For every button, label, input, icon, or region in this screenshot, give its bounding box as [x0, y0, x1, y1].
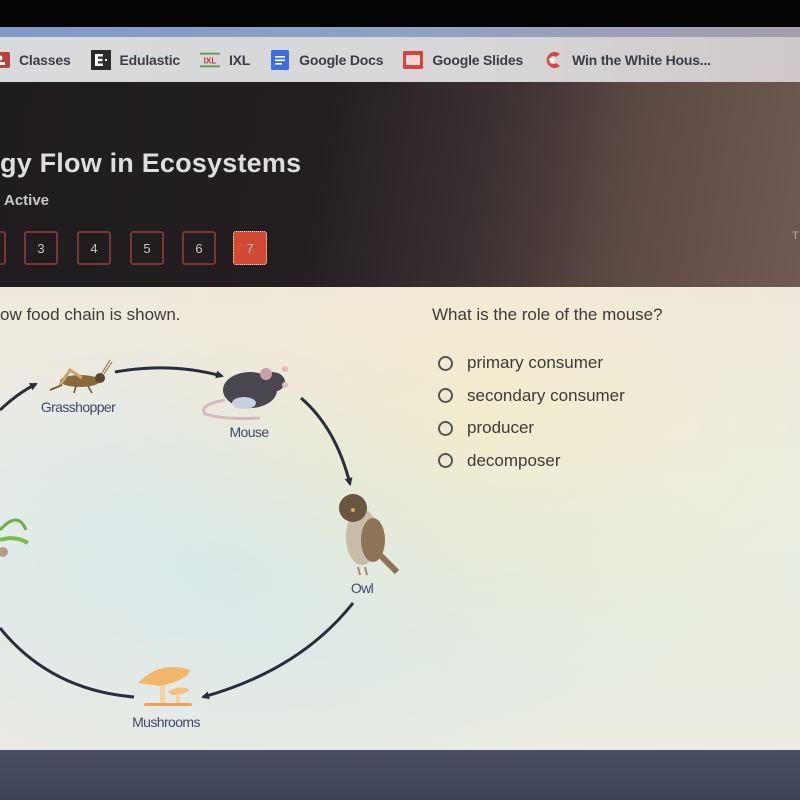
arrow-owl-to-mushrooms	[201, 602, 355, 700]
bookmark-classes[interactable]: Classes	[0, 45, 71, 75]
win-the-white-house-icon	[543, 50, 563, 70]
bookmarks-bar: Classes Edulastic IXL IXL Google Docs Go…	[0, 37, 800, 82]
header-right-text: T	[792, 230, 799, 242]
option-secondary-consumer[interactable]: secondary consumer	[438, 380, 625, 413]
question-button-5[interactable]: 5	[130, 231, 164, 265]
radio-button[interactable]	[438, 453, 453, 469]
bookmark-win-the-white-house[interactable]: Win the White Hous...	[543, 45, 711, 75]
answer-options: primary consumer secondary consumer prod…	[438, 347, 625, 477]
option-producer[interactable]: producer	[438, 412, 625, 445]
ixl-icon: IXL	[199, 50, 220, 70]
bookmark-label: IXL	[228, 51, 251, 68]
svg-text:IXL: IXL	[204, 56, 217, 65]
google-docs-icon	[270, 49, 290, 70]
classes-icon	[0, 50, 10, 70]
option-label: primary consumer	[467, 353, 604, 373]
browser-tab-strip	[0, 27, 800, 37]
screen-bezel-top	[0, 0, 800, 27]
page-title: gy Flow in Ecosystems	[0, 148, 302, 178]
option-label: secondary consumer	[467, 385, 625, 405]
question-button-7-current[interactable]: 7	[233, 231, 267, 265]
organism-label-mushrooms: Mushrooms	[132, 714, 200, 730]
arrow-mushrooms-to-plant	[0, 627, 135, 699]
bookmark-ixl[interactable]: IXL IXL	[199, 45, 251, 75]
organism-label-mouse: Mouse	[229, 424, 269, 440]
organism-label-grasshopper: Grasshopper	[41, 399, 116, 415]
question-text: What is the role of the mouse?	[432, 305, 663, 324]
prompt-text: ow food chain is shown.	[0, 305, 181, 324]
arrow-plant-to-grasshopper	[0, 382, 38, 412]
question-button-3[interactable]: 3	[24, 231, 58, 265]
grasshopper-icon	[49, 359, 113, 394]
bookmark-label: Classes	[19, 51, 71, 68]
bookmark-label: Win the White Hous...	[572, 51, 711, 68]
bookmark-google-docs[interactable]: Google Docs	[270, 45, 384, 75]
assignment-header	[0, 82, 800, 287]
bookmark-label: Edulastic	[119, 51, 181, 68]
option-primary-consumer[interactable]: primary consumer	[438, 347, 625, 380]
owl-icon	[339, 494, 400, 576]
question-button[interactable]	[0, 231, 6, 265]
bookmark-google-slides[interactable]: Google Slides	[403, 45, 523, 75]
bookmark-label: Google Docs	[299, 51, 384, 68]
question-button-4[interactable]: 4	[77, 231, 111, 265]
arrow-mouse-to-owl	[300, 396, 353, 486]
food-chain-diagram: Grasshopper Mouse Owl Mushrooms	[0, 359, 400, 730]
option-decomposer[interactable]: decomposer	[438, 445, 625, 478]
plant-icon	[0, 518, 30, 557]
question-button-6[interactable]: 6	[182, 231, 216, 265]
bookmark-edulastic[interactable]: Edulastic	[90, 45, 181, 75]
bookmark-label: Google Slides	[432, 51, 524, 68]
mushrooms-icon	[138, 666, 192, 706]
radio-button[interactable]	[438, 355, 453, 371]
radio-button[interactable]	[438, 420, 453, 436]
radio-button[interactable]	[438, 388, 453, 404]
organism-label-owl: Owl	[351, 580, 374, 596]
arrow-grasshopper-to-mouse	[114, 366, 224, 379]
option-label: producer	[467, 418, 535, 438]
status-label: Active	[4, 192, 50, 209]
screen-bezel-bottom	[0, 750, 800, 800]
google-slides-icon	[403, 50, 424, 70]
option-label: decomposer	[467, 450, 561, 470]
edulastic-icon	[90, 49, 111, 70]
